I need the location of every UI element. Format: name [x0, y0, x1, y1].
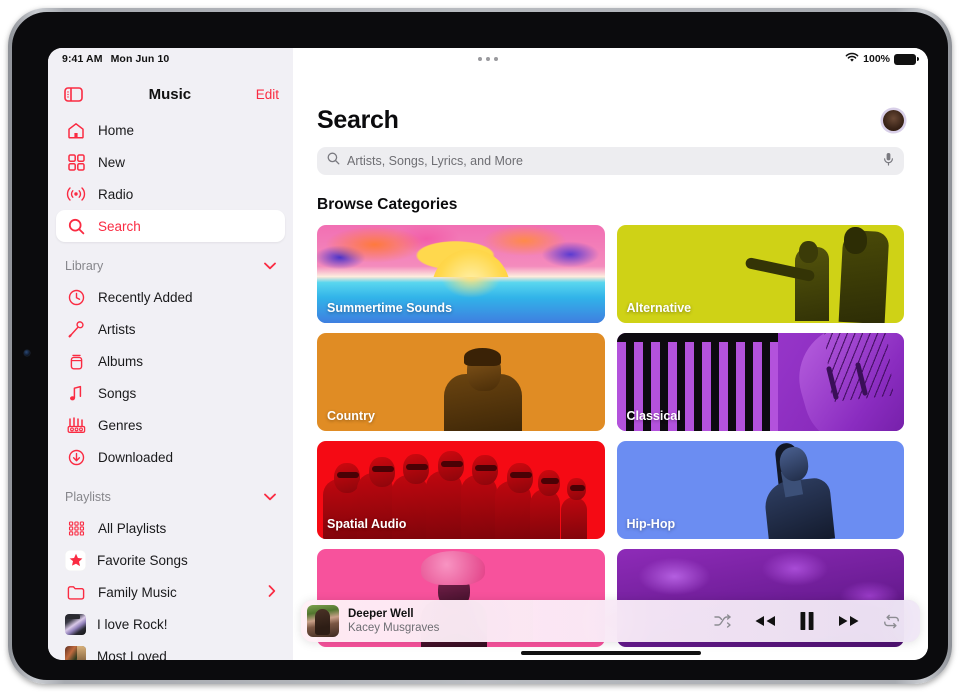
playback-controls — [714, 611, 900, 631]
sidebar-item-label: Downloaded — [98, 449, 174, 465]
chevron-right-icon[interactable] — [268, 584, 276, 600]
sidebar-item-label: New — [98, 154, 126, 170]
sidebar: Music Edit Home New Radio Search Library… — [48, 48, 293, 660]
playlist-artwork-rock — [65, 613, 86, 635]
sidebar-item-recently-added[interactable]: Recently Added — [56, 281, 285, 313]
sidebar-item-label: Artists — [98, 321, 136, 337]
sidebar-playlists-list: All Playlists Favorite Songs Family Musi… — [48, 512, 293, 660]
sidebar-item-home[interactable]: Home — [56, 114, 285, 146]
home-icon — [65, 119, 87, 141]
now-playing-bar[interactable]: Deeper Well Kacey Musgraves — [301, 600, 920, 642]
category-card-alternative[interactable]: Alternative — [616, 225, 904, 323]
category-card-spatial-audio[interactable]: Spatial Audio — [317, 441, 605, 539]
music-note-icon — [65, 382, 87, 404]
folder-icon — [65, 581, 87, 603]
playlist-grid-icon — [65, 517, 87, 539]
sidebar-item-label: Search — [98, 218, 141, 234]
download-arrow-icon — [65, 446, 87, 468]
sidebar-item-favorite-songs[interactable]: Favorite Songs — [56, 544, 285, 576]
category-card-classical[interactable]: Classical — [616, 333, 904, 431]
next-button[interactable] — [837, 613, 861, 629]
sidebar-item-label: Favorite Songs — [97, 552, 188, 568]
home-indicator — [520, 651, 701, 655]
search-placeholder: Artists, Songs, Lyrics, and More — [347, 154, 523, 168]
sidebar-item-all-playlists[interactable]: All Playlists — [56, 512, 285, 544]
sidebar-header: Music Edit — [48, 74, 293, 114]
chevron-down-icon[interactable] — [264, 490, 276, 504]
sidebar-item-radio[interactable]: Radio — [56, 178, 285, 210]
browse-categories-grid: Summertime Sounds Alternative Country Cl… — [317, 225, 904, 647]
grid-squares-icon — [65, 151, 87, 173]
category-label: Summertime Sounds — [327, 301, 453, 315]
user-avatar[interactable] — [883, 110, 904, 131]
sidebar-item-new[interactable]: New — [56, 146, 285, 178]
sidebar-item-label: Radio — [98, 186, 134, 202]
sidebar-item-songs[interactable]: Songs — [56, 377, 285, 409]
sidebar-item-label: Recently Added — [98, 289, 193, 305]
sidebar-item-label: Family Music — [98, 584, 177, 600]
magnifier-icon — [327, 152, 340, 170]
radio-waves-icon — [65, 183, 87, 205]
category-card-hip-hop[interactable]: Hip-Hop — [616, 441, 904, 539]
sidebar-section-library[interactable]: Library — [48, 251, 293, 281]
category-label: Spatial Audio — [327, 517, 407, 531]
ipad-screen: 9:41 AM Mon Jun 10 100% Music Edit Home … — [48, 48, 928, 660]
category-label: Classical — [626, 409, 681, 423]
sidebar-item-albums[interactable]: Albums — [56, 345, 285, 377]
ipad-device-frame: 9:41 AM Mon Jun 10 100% Music Edit Home … — [8, 8, 952, 684]
sidebar-item-search[interactable]: Search — [56, 210, 285, 242]
album-stack-icon — [65, 350, 87, 372]
sidebar-item-label: Home — [98, 122, 135, 138]
play-pause-button[interactable] — [799, 611, 815, 631]
category-label: Country — [327, 409, 375, 423]
content-inner: Search Artists, Songs, Lyrics, and More … — [293, 48, 928, 660]
page-title: Search — [317, 106, 399, 134]
sidebar-item-downloaded[interactable]: Downloaded — [56, 441, 285, 473]
front-camera-icon — [24, 350, 30, 356]
sidebar-item-genres[interactable]: Genres — [56, 409, 285, 441]
sidebar-top-list: Home New Radio Search — [48, 114, 293, 242]
sidebar-section-playlists[interactable]: Playlists — [48, 482, 293, 512]
sidebar-library-list: Recently Added Artists Albums Songs Genr… — [48, 281, 293, 473]
sidebar-item-label: Albums — [98, 353, 144, 369]
category-card-country[interactable]: Country — [317, 333, 605, 431]
category-label: Alternative — [626, 301, 692, 315]
microphone-icon[interactable] — [883, 152, 894, 171]
shuffle-button[interactable] — [714, 614, 731, 628]
album-artwork — [307, 605, 339, 637]
now-playing-text: Deeper Well Kacey Musgraves — [348, 607, 714, 635]
previous-button[interactable] — [753, 613, 777, 629]
clock-icon — [65, 286, 87, 308]
microphone-icon — [65, 318, 87, 340]
section-label: Library — [65, 259, 104, 273]
sidebar-item-label: All Playlists — [98, 520, 167, 536]
magnifier-icon — [65, 215, 87, 237]
device-bezel: 9:41 AM Mon Jun 10 100% Music Edit Home … — [12, 12, 948, 680]
sidebar-item-label: I love Rock! — [97, 616, 168, 632]
sidebar-toggle-icon[interactable] — [62, 83, 84, 105]
section-label: Playlists — [65, 490, 111, 504]
sidebar-item-label: Songs — [98, 385, 137, 401]
sidebar-item-most-loved[interactable]: Most Loved — [56, 640, 285, 660]
genres-icon — [65, 414, 87, 436]
page-header: Search — [317, 106, 904, 135]
star-icon — [65, 549, 86, 571]
sidebar-item-label: Most Loved — [97, 648, 167, 661]
now-playing-title: Deeper Well — [348, 608, 414, 620]
sidebar-item-i-love-rock[interactable]: I love Rock! — [56, 608, 285, 640]
sidebar-item-artists[interactable]: Artists — [56, 313, 285, 345]
main-content: Search Artists, Songs, Lyrics, and More … — [293, 48, 928, 660]
chevron-down-icon[interactable] — [264, 259, 276, 273]
category-card-summertime-sounds[interactable]: Summertime Sounds — [317, 225, 605, 323]
search-input[interactable]: Artists, Songs, Lyrics, and More — [317, 147, 904, 175]
playlist-artwork-loved — [65, 645, 86, 660]
sidebar-item-label: Genres — [98, 417, 143, 433]
edit-button[interactable]: Edit — [256, 87, 279, 102]
category-label: Hip-Hop — [626, 517, 676, 531]
repeat-button[interactable] — [883, 614, 900, 629]
sidebar-item-family-music[interactable]: Family Music — [56, 576, 285, 608]
now-playing-artist: Kacey Musgraves — [348, 622, 440, 634]
sidebar-title: Music — [148, 85, 192, 103]
browse-categories-heading: Browse Categories — [317, 196, 458, 213]
